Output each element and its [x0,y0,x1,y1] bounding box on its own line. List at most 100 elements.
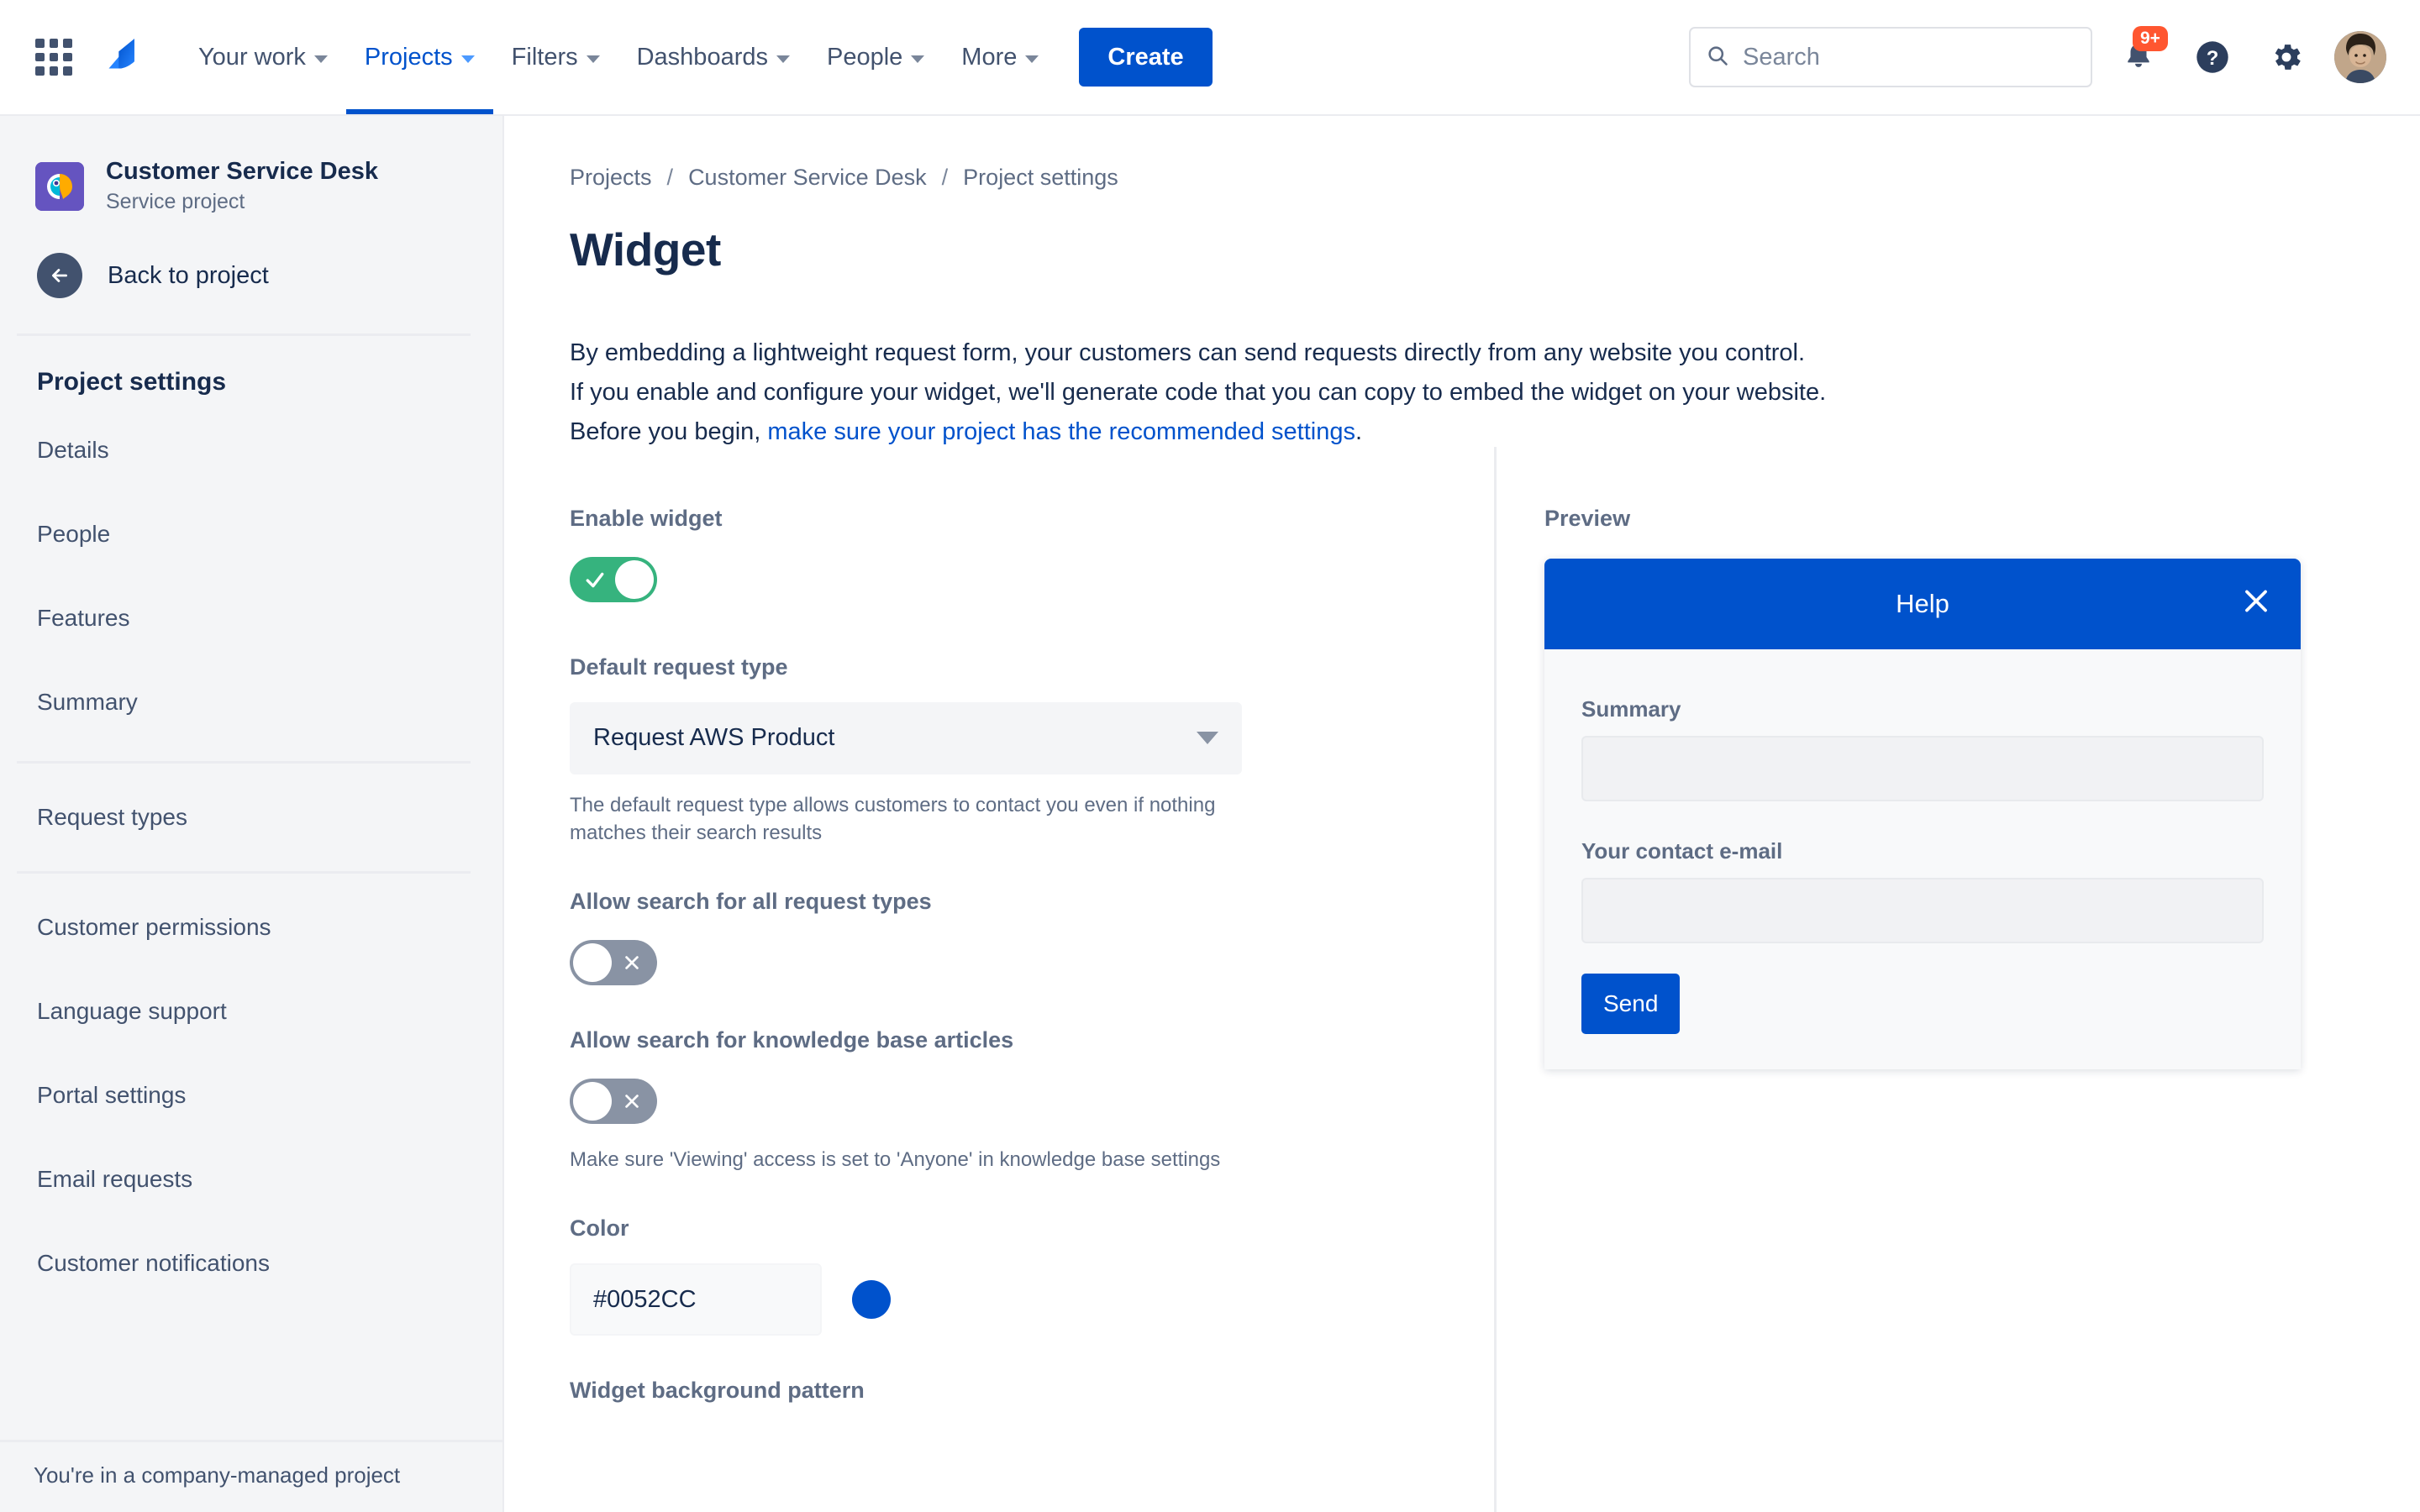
search-box[interactable] [1689,27,2092,87]
widget-email-input[interactable] [1581,877,2264,943]
widget-send-button[interactable]: Send [1581,973,1681,1034]
nav-item-label: More [961,44,1018,71]
widget-background-pattern-label: Widget background pattern [570,1378,865,1404]
sidebar-item-language-support[interactable]: Language support [0,969,502,1053]
page-title: Widget [570,223,721,276]
nav-item-label: Projects [364,44,453,71]
breadcrumb-separator: / [941,165,949,190]
default-request-type-help: The default request type allows customer… [570,793,1216,845]
chevron-down-icon [911,55,925,63]
sidebar-item-email-requests[interactable]: Email requests [0,1137,502,1221]
widget-preview-header: Help [1544,558,2301,649]
sidebar-item-portal-settings[interactable]: Portal settings [0,1053,502,1137]
breadcrumb-item-project[interactable]: Customer Service Desk [688,165,927,191]
sidebar-item-customer-notifications[interactable]: Customer notifications [0,1221,502,1305]
preview-label: Preview [1544,505,1631,531]
sidebar-group-channels: Customer permissions Language support Po… [0,874,502,1305]
widget-preview-body: Summary Your contact e-mail Send [1544,649,2301,1069]
sidebar-footer-note: You're in a company-managed project [0,1440,502,1512]
intro-line-3: Before you begin, make sure your project… [570,412,2166,452]
page-intro-text: By embedding a lightweight request form,… [570,333,2166,452]
project-header[interactable]: Customer Service Desk Service project [0,116,502,214]
close-x-icon[interactable] [2240,585,2272,622]
allow-search-all-request-types-toggle[interactable] [570,940,657,986]
back-to-project-link[interactable]: Back to project [0,214,502,299]
project-sidebar: Customer Service Desk Service project Ba… [0,116,504,1512]
nav-item-filters[interactable]: Filters [493,0,618,114]
color-label: Color [570,1215,629,1242]
search-icon [1706,44,1729,71]
widget-email-label: Your contact e-mail [1581,837,1783,864]
nav-item-your-work[interactable]: Your work [180,0,346,114]
breadcrumb-separator: / [666,165,674,190]
x-icon [610,940,654,985]
nav-item-people[interactable]: People [808,0,943,114]
page-body: Customer Service Desk Service project Ba… [0,116,2420,1512]
allow-search-kb-articles-field: Allow search for knowledge base articles… [570,1027,1494,1173]
widget-settings-form: Enable widget Default request type Reque… [570,506,1494,1404]
intro-line-1: By embedding a lightweight request form,… [570,339,1806,366]
allow-search-kb-articles-toggle[interactable] [570,1079,657,1125]
sidebar-group-general: Details People Features Summary [0,396,502,744]
default-request-type-select[interactable]: Request AWS Product [570,701,1242,774]
sidebar-item-features[interactable]: Features [0,576,502,660]
chevron-down-icon [586,55,600,63]
jira-logo-icon[interactable] [97,34,143,80]
default-request-type-value: Request AWS Product [593,724,835,752]
enable-widget-label: Enable widget [570,505,723,531]
default-request-type-field: Default request type Request AWS Product… [570,654,1494,847]
intro-line-3-suffix: . [1355,417,1363,445]
notifications-button[interactable]: 9+ [2111,26,2168,85]
project-type: Service project [106,190,245,214]
arrow-left-icon [37,253,82,299]
color-swatch[interactable] [852,1280,891,1320]
service-project-avatar-icon [35,161,84,211]
widget-summary-label: Summary [1581,696,1681,722]
chevron-down-icon [1197,732,1218,745]
sidebar-item-summary[interactable]: Summary [0,660,502,744]
intro-line-3-prefix: Before you begin, [570,417,768,445]
enable-widget-toggle[interactable] [570,556,657,602]
widget-preview: Help Summary Your contact e-mail Send [1544,558,2301,1069]
breadcrumb-item-project-settings[interactable]: Project settings [963,165,1118,191]
widget-summary-input[interactable] [1581,735,2264,801]
recommended-settings-link[interactable]: make sure your project has the recommend… [767,418,1355,445]
settings-columns: Enable widget Default request type Reque… [570,446,2370,1512]
x-icon [610,1079,654,1124]
main-content: Projects / Customer Service Desk / Proje… [504,116,2420,1512]
project-name: Customer Service Desk [106,158,378,185]
search-input[interactable] [1743,43,2075,71]
nav-item-more[interactable]: More [943,0,1057,114]
nav-item-dashboards[interactable]: Dashboards [618,0,808,114]
toggle-knob [573,943,612,983]
widget-preview-title: Help [1896,588,1949,618]
svg-text:?: ? [2207,47,2219,70]
nav-item-label: Filters [511,44,578,71]
create-button[interactable]: Create [1079,28,1213,87]
intro-line-2: If you enable and configure your widget,… [570,378,1827,406]
nav-item-label: Dashboards [636,44,768,71]
breadcrumb-item-projects[interactable]: Projects [570,165,652,191]
widget-summary-field: Summary [1581,696,2264,801]
widget-email-field: Your contact e-mail [1581,838,2264,943]
check-icon [573,557,617,602]
widget-background-pattern-field: Widget background pattern [570,1378,1494,1404]
chevron-down-icon [460,55,475,63]
sidebar-item-request-types[interactable]: Request types [0,775,502,859]
back-to-project-label: Back to project [108,261,269,289]
sidebar-item-people[interactable]: People [0,492,502,576]
color-hex-input[interactable]: #0052CC [570,1263,822,1336]
nav-item-label: People [826,44,903,71]
chevron-down-icon [1025,55,1039,63]
sidebar-item-customer-permissions[interactable]: Customer permissions [0,885,502,969]
nav-item-projects[interactable]: Projects [345,0,493,114]
toggle-knob [615,559,654,599]
notification-badge: 9+ [2133,26,2168,52]
help-button[interactable]: ? [2185,29,2240,85]
settings-button[interactable] [2259,29,2314,85]
allow-search-all-request-types-label: Allow search for all request types [570,889,932,915]
grid-apps-icon[interactable] [32,35,76,79]
top-nav-right-tools: 9+ ? [1689,26,2386,87]
sidebar-item-details[interactable]: Details [0,408,502,492]
user-avatar[interactable] [2334,31,2386,83]
